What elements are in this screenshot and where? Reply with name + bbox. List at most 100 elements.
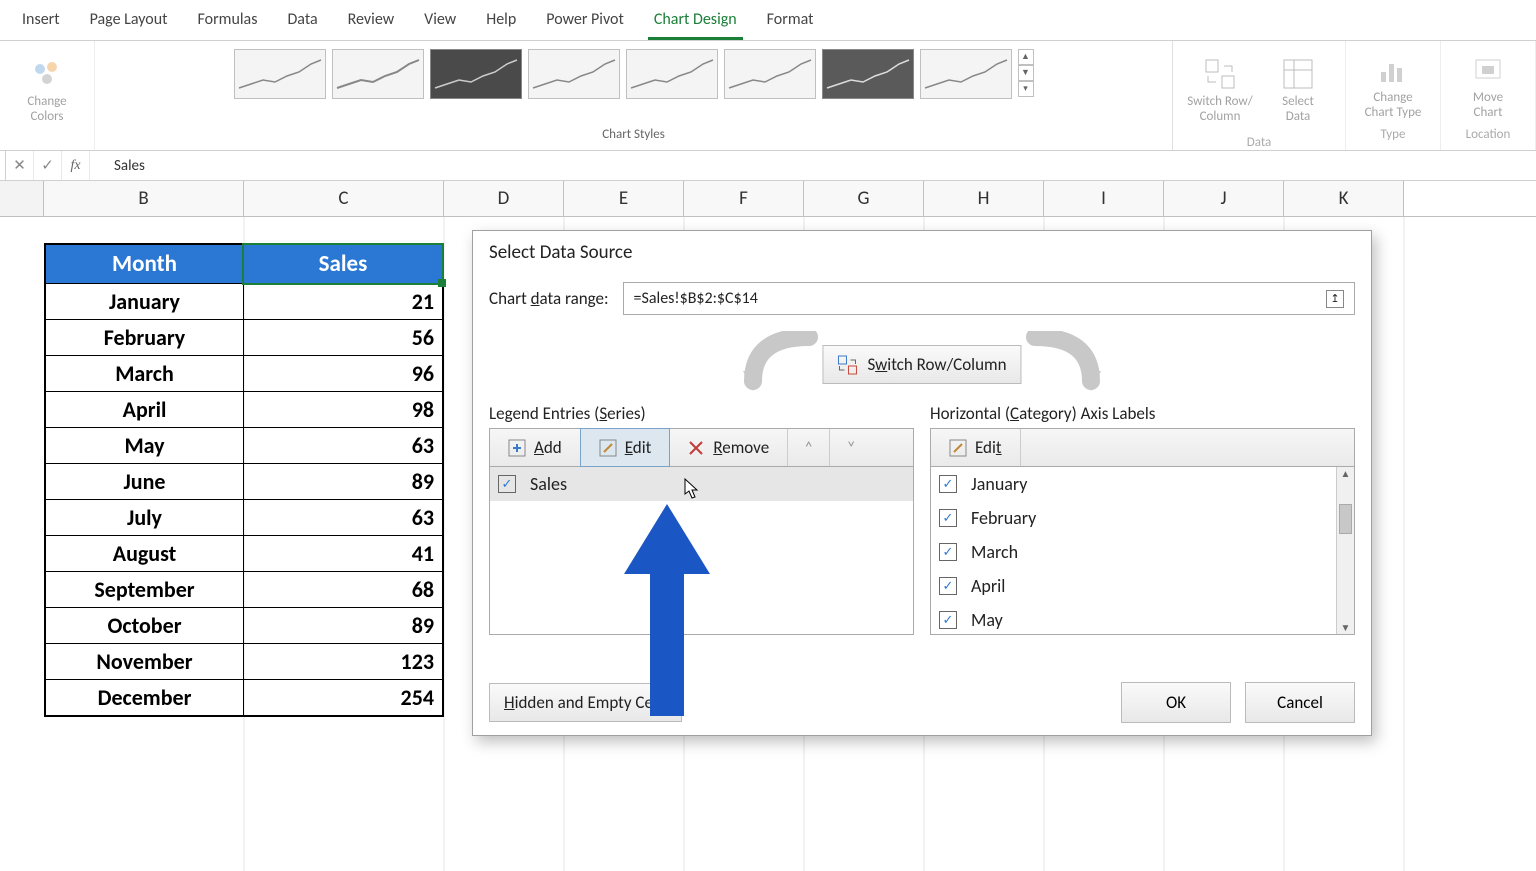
edit-axis-labels-button[interactable]: Edit [931, 429, 1021, 466]
gallery-scroll[interactable]: ▲ ▼ ▾ [1018, 49, 1034, 97]
chart-styles-gallery[interactable]: ▲ ▼ ▾ [234, 45, 1034, 99]
tab-power-pivot[interactable]: Power Pivot [540, 4, 630, 40]
scroll-down-icon[interactable]: ▼ [1341, 621, 1351, 634]
scroll-up-icon[interactable]: ▲ [1341, 467, 1351, 480]
category-item[interactable]: ✓April [931, 569, 1354, 603]
chart-style-7[interactable] [822, 49, 914, 99]
table-row[interactable]: March96 [46, 355, 442, 391]
chart-style-1[interactable] [234, 49, 326, 99]
chart-style-2[interactable] [332, 49, 424, 99]
category-item[interactable]: ✓March [931, 535, 1354, 569]
col-header-J[interactable]: J [1164, 181, 1284, 216]
cell-month[interactable]: April [46, 391, 244, 427]
category-scrollbar[interactable]: ▲ ▼ [1336, 467, 1354, 634]
scroll-down-icon[interactable]: ▼ [1018, 65, 1034, 81]
tab-chart-design[interactable]: Chart Design [648, 4, 743, 40]
col-header-G[interactable]: G [804, 181, 924, 216]
cell-sales[interactable]: 98 [244, 391, 442, 427]
switch-row-column-button[interactable]: Switch Row/ Column [1181, 45, 1259, 135]
cell-sales[interactable]: 254 [244, 679, 442, 715]
scrollbar-thumb[interactable] [1339, 504, 1352, 534]
cell-sales[interactable]: 41 [244, 535, 442, 571]
header-sales[interactable]: Sales [244, 245, 442, 283]
table-row[interactable]: June89 [46, 463, 442, 499]
series-checkbox[interactable]: ✓ [498, 475, 516, 493]
cell-sales[interactable]: 56 [244, 319, 442, 355]
cell-month[interactable]: August [46, 535, 244, 571]
formula-input[interactable]: Sales [90, 157, 1536, 175]
cell-sales[interactable]: 63 [244, 427, 442, 463]
cell-month[interactable]: February [46, 319, 244, 355]
move-series-up-button[interactable]: ˄ [788, 429, 830, 466]
cell-month[interactable]: September [46, 571, 244, 607]
accept-formula-icon[interactable]: ✓ [34, 151, 62, 180]
tab-help[interactable]: Help [480, 4, 522, 40]
cell-month[interactable]: January [46, 283, 244, 319]
fill-handle[interactable] [438, 279, 446, 287]
tab-formulas[interactable]: Formulas [192, 4, 264, 40]
cell-sales[interactable]: 63 [244, 499, 442, 535]
add-series-button[interactable]: Add [490, 429, 581, 466]
col-header-F[interactable]: F [684, 181, 804, 216]
cell-sales[interactable]: 68 [244, 571, 442, 607]
tab-review[interactable]: Review [342, 4, 401, 40]
category-checkbox[interactable]: ✓ [939, 543, 957, 561]
col-header-K[interactable]: K [1284, 181, 1404, 216]
col-header-H[interactable]: H [924, 181, 1044, 216]
change-chart-type-button[interactable]: Change Chart Type [1354, 45, 1432, 127]
category-checkbox[interactable]: ✓ [939, 509, 957, 527]
category-checkbox[interactable]: ✓ [939, 577, 957, 595]
select-all-corner[interactable] [0, 181, 44, 216]
switch-row-column-dialog-button[interactable]: Switch Row/Column [822, 345, 1021, 384]
move-chart-button[interactable]: Move Chart [1449, 45, 1527, 127]
cancel-button[interactable]: Cancel [1245, 682, 1355, 723]
cell-sales[interactable]: 123 [244, 643, 442, 679]
table-row[interactable]: July63 [46, 499, 442, 535]
ok-button[interactable]: OK [1121, 682, 1231, 723]
tab-page-layout[interactable]: Page Layout [84, 4, 174, 40]
scroll-more-icon[interactable]: ▾ [1018, 81, 1034, 97]
col-header-C[interactable]: C [244, 181, 444, 216]
cell-month[interactable]: June [46, 463, 244, 499]
cell-month[interactable]: July [46, 499, 244, 535]
chart-style-6[interactable] [724, 49, 816, 99]
scroll-up-icon[interactable]: ▲ [1018, 49, 1034, 65]
cell-month[interactable]: November [46, 643, 244, 679]
cell-sales[interactable]: 21 [244, 283, 442, 319]
fx-icon[interactable]: fx [62, 151, 90, 180]
select-data-button[interactable]: Select Data [1259, 45, 1337, 135]
table-row[interactable]: November123 [46, 643, 442, 679]
category-item[interactable]: ✓May [931, 603, 1354, 635]
tab-view[interactable]: View [418, 4, 462, 40]
remove-series-button[interactable]: Remove [669, 429, 788, 466]
category-checkbox[interactable]: ✓ [939, 475, 957, 493]
cell-sales[interactable]: 89 [244, 607, 442, 643]
move-series-down-button[interactable]: ˅ [830, 429, 872, 466]
table-row[interactable]: October89 [46, 607, 442, 643]
chart-style-8[interactable] [920, 49, 1012, 99]
tab-format[interactable]: Format [761, 4, 820, 40]
change-colors-button[interactable]: Change Colors [8, 45, 86, 135]
table-row[interactable]: August41 [46, 535, 442, 571]
table-row[interactable]: September68 [46, 571, 442, 607]
col-header-I[interactable]: I [1044, 181, 1164, 216]
cell-month[interactable]: May [46, 427, 244, 463]
edit-series-button[interactable]: Edit [580, 428, 671, 467]
table-row[interactable]: January21 [46, 283, 442, 319]
cell-month[interactable]: December [46, 679, 244, 715]
series-item[interactable]: ✓ Sales [490, 467, 913, 501]
table-row[interactable]: May63 [46, 427, 442, 463]
cell-sales[interactable]: 89 [244, 463, 442, 499]
cell-sales[interactable]: 96 [244, 355, 442, 391]
range-picker-icon[interactable]: ↥ [1326, 290, 1344, 308]
cell-month[interactable]: October [46, 607, 244, 643]
chart-data-range-input[interactable]: =Sales!$B$2:$C$14 ↥ [623, 282, 1355, 315]
table-row[interactable]: April98 [46, 391, 442, 427]
category-list[interactable]: ✓January✓February✓March✓April✓May ▲ ▼ [930, 467, 1355, 635]
tab-insert[interactable]: Insert [16, 4, 66, 40]
table-row[interactable]: February56 [46, 319, 442, 355]
chart-style-3[interactable] [430, 49, 522, 99]
category-item[interactable]: ✓January [931, 467, 1354, 501]
chart-style-4[interactable] [528, 49, 620, 99]
tab-data[interactable]: Data [281, 4, 323, 40]
